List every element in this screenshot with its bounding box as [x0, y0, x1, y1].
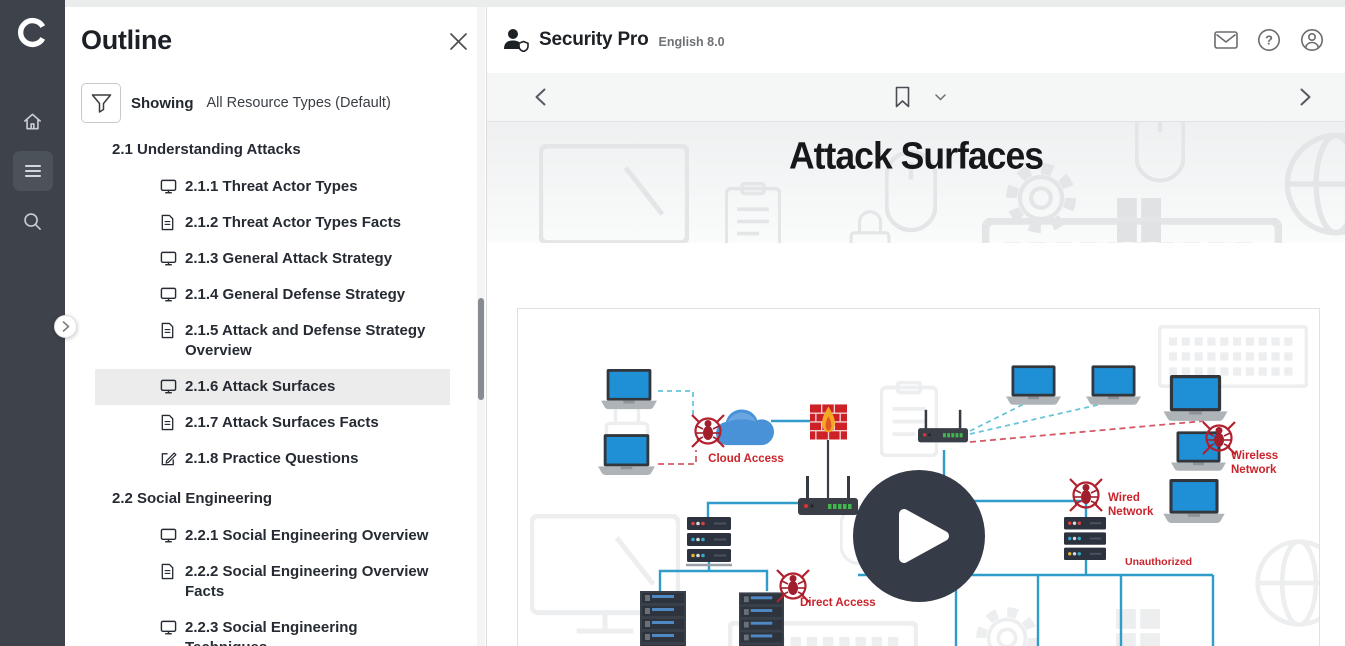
monitor-icon: [160, 378, 177, 395]
help-icon: ?: [1257, 28, 1281, 52]
chevron-down-icon: [935, 94, 946, 101]
outline-scrollbar-thumb[interactable]: [478, 298, 484, 400]
main-content: Security Pro English 8.0 ?: [487, 7, 1345, 646]
search-button[interactable]: [13, 201, 53, 241]
search-icon: [22, 211, 43, 232]
close-icon: [449, 32, 468, 51]
user-shield-icon: [503, 28, 530, 52]
lesson-toolbar: [487, 73, 1345, 122]
video-player[interactable]: Cloud Access Direct Access WiredNetwork …: [517, 308, 1320, 646]
unauthorized-label: Unauthorized: [1125, 556, 1192, 568]
home-button[interactable]: [13, 101, 53, 141]
outline-item[interactable]: 2.1.5 Attack and Defense Strategy Overvi…: [95, 313, 450, 369]
logo-c-icon: [16, 16, 49, 49]
course-title: Security Pro: [539, 29, 649, 51]
document-icon: [160, 563, 177, 580]
document-icon: [160, 214, 177, 231]
outline-item[interactable]: 2.1.2 Threat Actor Types Facts: [95, 205, 450, 241]
svg-text:?: ?: [1265, 33, 1273, 48]
outline-item[interactable]: 2.2.3 Social Engineering Techniques: [95, 610, 450, 646]
cloud-access-label: Cloud Access: [708, 453, 784, 465]
outline-tree: 2.1 Understanding Attacks 2.1.1 Threat A…: [65, 140, 486, 646]
video-thumbnail: Cloud Access Direct Access WiredNetwork …: [518, 309, 1319, 646]
outline-panel: Outline Showing All Resource Types (Defa…: [65, 7, 487, 646]
course-header: Security Pro English 8.0 ?: [487, 7, 1345, 73]
monitor-icon: [160, 250, 177, 267]
top-strip: [65, 0, 1345, 7]
chevron-right-icon: [1300, 88, 1311, 106]
outline-section-2-2[interactable]: 2.2 Social Engineering: [112, 489, 450, 509]
chevron-right-icon: [62, 321, 70, 332]
outline-item[interactable]: 2.2.2 Social Engineering Overview Facts: [95, 554, 450, 610]
filter-button[interactable]: [81, 83, 121, 123]
bookmark-button[interactable]: [894, 86, 911, 108]
mail-icon: [1214, 30, 1238, 50]
document-icon: [160, 414, 177, 431]
edit-icon: [160, 450, 177, 467]
outline-item[interactable]: 2.1.8 Practice Questions: [95, 441, 450, 477]
outline-item[interactable]: 2.2.1 Social Engineering Overview: [95, 518, 450, 554]
document-icon: [160, 322, 177, 339]
filter-showing-label: Showing: [131, 95, 194, 112]
outline-item[interactable]: 2.1.3 General Attack Strategy: [95, 241, 450, 277]
outline-menu-button[interactable]: [13, 151, 53, 191]
close-outline-button[interactable]: [449, 32, 468, 51]
outline-panel-title: Outline: [81, 25, 172, 56]
previous-lesson-button[interactable]: [535, 88, 546, 106]
outline-section-2-1[interactable]: 2.1 Understanding Attacks: [112, 140, 450, 160]
outline-item-selected[interactable]: 2.1.6 Attack Surfaces: [95, 369, 450, 405]
outline-item[interactable]: 2.1.7 Attack Surfaces Facts: [95, 405, 450, 441]
profile-icon: [1300, 28, 1324, 52]
play-button[interactable]: [853, 470, 985, 602]
monitor-icon: [160, 178, 177, 195]
mail-button[interactable]: [1213, 27, 1239, 53]
direct-access-label: Direct Access: [800, 597, 876, 609]
menu-icon: [23, 161, 43, 181]
monitor-icon: [160, 619, 177, 636]
bookmark-icon: [894, 86, 911, 108]
monitor-icon: [160, 286, 177, 303]
lesson-banner: Attack Surfaces: [487, 122, 1345, 243]
outline-item[interactable]: 2.1.1 Threat Actor Types: [95, 169, 450, 205]
lesson-title: Attack Surfaces: [504, 122, 1328, 178]
bookmark-menu-button[interactable]: [935, 94, 946, 101]
outline-scrollbar[interactable]: [477, 7, 485, 646]
wireless-network-label: WirelessNetwork: [1231, 450, 1278, 476]
profile-button[interactable]: [1299, 27, 1325, 53]
help-button[interactable]: ?: [1256, 27, 1282, 53]
filter-icon: [91, 93, 112, 114]
panel-collapse-toggle[interactable]: [54, 315, 77, 338]
monitor-icon: [160, 527, 177, 544]
outline-item[interactable]: 2.1.4 General Defense Strategy: [95, 277, 450, 313]
home-icon: [22, 111, 43, 132]
wired-network-label: WiredNetwork: [1108, 492, 1154, 518]
chevron-left-icon: [535, 88, 546, 106]
course-edition: English 8.0: [659, 35, 725, 49]
app-logo[interactable]: [0, 0, 65, 49]
next-lesson-button[interactable]: [1300, 88, 1311, 106]
filter-value: All Resource Types (Default): [207, 95, 391, 111]
